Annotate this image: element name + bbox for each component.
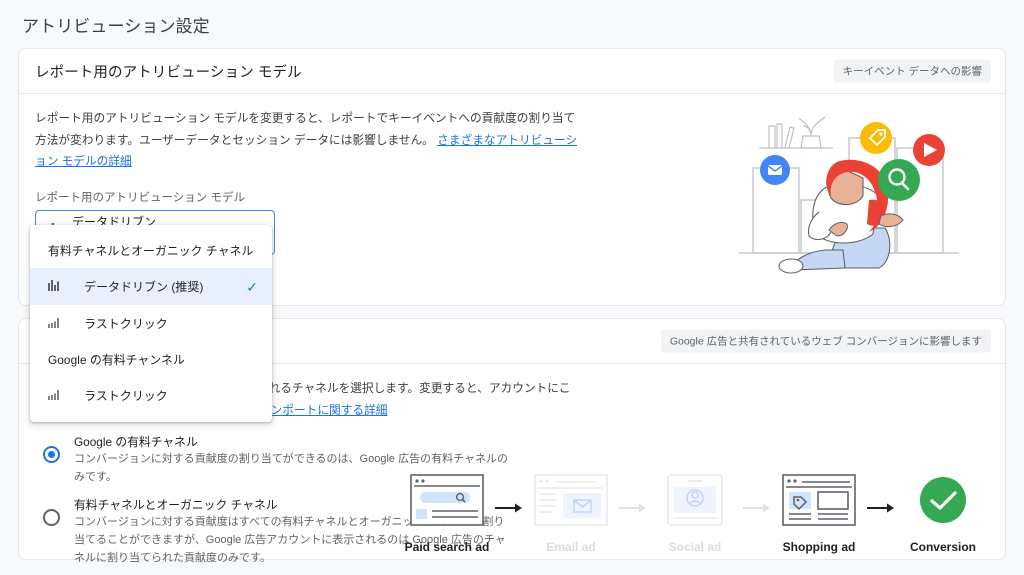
attribution-illustration bbox=[733, 100, 983, 285]
bar-chart-icon bbox=[48, 389, 66, 403]
check-icon: ✓ bbox=[246, 278, 258, 295]
menu-item-label-data-driven: データドリブン (推奨) bbox=[84, 280, 204, 294]
social-ad-icon bbox=[658, 474, 732, 531]
funnel-step-conversion: Conversion bbox=[897, 474, 989, 554]
menu-item-label-last-click-paid-organic: ラストクリック bbox=[84, 317, 168, 331]
bar-chart-icon bbox=[48, 279, 66, 294]
funnel-label-email: Email ad bbox=[546, 540, 596, 554]
funnel-label-paid-search: Paid search ad bbox=[404, 540, 490, 554]
report-card-header: レポート用のアトリビューション モデル キーイベント データへの影響 bbox=[19, 49, 1005, 94]
menu-group-label-paid-organic: 有料チャネルとオーガニック チャネル bbox=[48, 244, 254, 258]
funnel-step-shopping: Shopping ad bbox=[773, 474, 865, 554]
radio-button-google-paid[interactable] bbox=[43, 446, 60, 464]
funnel-step-paid-search: Paid search ad bbox=[401, 474, 493, 554]
arrow-icon-4 bbox=[867, 500, 895, 518]
radio-title-google-paid: Google の有料チャネル bbox=[74, 435, 198, 450]
radio-button-paid-and-organic[interactable] bbox=[43, 508, 60, 526]
key-event-impact-chip: キーイベント データへの影響 bbox=[833, 59, 991, 83]
menu-group-label-google-paid: Google の有料チャンネル bbox=[48, 353, 185, 367]
funnel-step-social: Social ad bbox=[649, 474, 741, 554]
funnel-label-shopping: Shopping ad bbox=[782, 540, 856, 554]
web-conversion-impact-chip: Google 広告と共有されているウェブ コンバージョンに影響します bbox=[660, 329, 991, 353]
conversion-funnel-diagram: Paid search ad Email ad Social ad Shoppi… bbox=[401, 474, 989, 554]
arrow-icon-2 bbox=[619, 500, 647, 518]
arrow-icon-3 bbox=[743, 500, 771, 518]
menu-item-label-last-click-google-paid: ラストクリック bbox=[84, 389, 168, 403]
menu-item-data-driven[interactable]: データドリブン (推奨) ✓ bbox=[30, 268, 272, 305]
attribution-model-dropdown-menu[interactable]: 有料チャネルとオーガニック チャネル データドリブン (推奨) ✓ ラストクリッ… bbox=[30, 225, 272, 422]
report-description: レポート用のアトリビューション モデルを変更すると、レポートでキーイベントへの貢… bbox=[35, 108, 580, 173]
page-title: アトリビューション設定 bbox=[22, 17, 210, 36]
bar-chart-icon bbox=[48, 317, 66, 331]
funnel-label-social: Social ad bbox=[668, 540, 722, 554]
conversion-check-icon bbox=[917, 474, 969, 531]
report-card-title: レポート用のアトリビューション モデル bbox=[35, 64, 302, 81]
menu-item-last-click-paid-organic[interactable]: ラストクリック bbox=[30, 305, 272, 342]
arrow-icon-1 bbox=[495, 500, 523, 518]
menu-item-last-click-google-paid[interactable]: ラストクリック bbox=[30, 377, 272, 414]
search-ad-icon bbox=[410, 474, 484, 531]
attribution-settings-page: アトリビューション設定 レポート用のアトリビューション モデル キーイベント デ… bbox=[0, 0, 1024, 575]
funnel-step-email: Email ad bbox=[525, 474, 617, 554]
shopping-ad-icon bbox=[782, 474, 856, 531]
email-ad-icon bbox=[534, 474, 608, 531]
funnel-label-conversion: Conversion bbox=[909, 540, 976, 554]
